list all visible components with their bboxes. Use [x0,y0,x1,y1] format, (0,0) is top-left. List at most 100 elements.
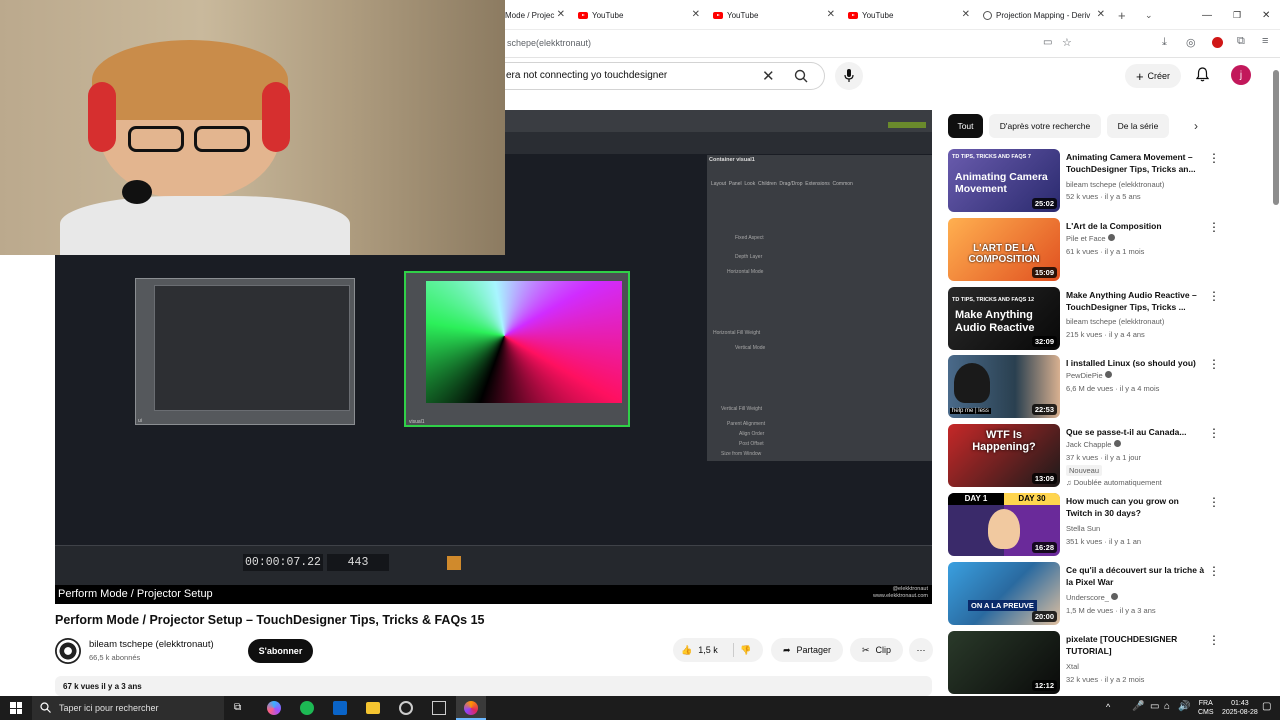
tray-chevron-icon[interactable]: ^ [1106,702,1110,712]
notifications-bell-icon[interactable] [1195,67,1210,87]
clip-button[interactable]: ✂ Clip [850,638,903,662]
recommendation-item[interactable]: ON A LA PREUVE 20:00 Ce qu'il a découver… [948,562,1248,626]
video-title[interactable]: Make Anything Audio Reactive – TouchDesi… [1066,289,1206,313]
minimize-icon[interactable]: — [1202,0,1214,30]
channel-name[interactable]: bileam tschepe (elekktronaut) [1066,317,1164,326]
task-view-icon[interactable]: ⧉ [234,702,241,713]
more-vert-icon[interactable]: ⋮ [1208,633,1220,647]
voice-search-button[interactable] [835,62,863,90]
like-count[interactable]: 1,5 k [698,645,718,655]
channel-name[interactable]: bileam tschepe (elekktronaut) [89,639,214,650]
search-value[interactable]: era not connecting yo touchdesigner [506,70,667,81]
more-actions-button[interactable]: ⋯ [909,638,933,662]
more-vert-icon[interactable]: ⋮ [1208,564,1220,578]
window-close-icon[interactable]: ✕ [1262,0,1274,30]
taskbar-search-placeholder[interactable]: Taper ici pour rechercher [59,703,159,713]
account-icon[interactable]: ◎ [1186,36,1196,49]
menu-icon[interactable]: ≡ [1262,35,1268,47]
video-title[interactable]: Ce qu'il a découvert sur la triche à la … [1066,564,1206,588]
thumbnail[interactable]: help me | less 22:53 [948,355,1060,418]
more-vert-icon[interactable]: ⋮ [1208,357,1220,371]
video-title[interactable]: pixelate [TOUCHDESIGNER TUTORIAL] [1066,633,1206,657]
video-title[interactable]: Que se passe-t-il au Canada... [1066,426,1206,438]
chip-search-based[interactable]: D'après votre recherche [989,114,1101,138]
close-icon[interactable]: ✕ [692,9,700,20]
channel-name[interactable]: PewDiePie [1066,371,1112,380]
tab-active[interactable]: Mode / Projec ✕ [505,0,565,30]
search-icon[interactable] [794,69,808,83]
recommendation-item[interactable]: WTF Is Happening? 13:09 Que se passe-t-i… [948,424,1248,488]
create-button[interactable]: + Créer [1125,64,1181,88]
more-vert-icon[interactable]: ⋮ [1208,151,1220,165]
close-icon[interactable]: ✕ [557,9,565,20]
tab-youtube[interactable]: YouTube ✕ [713,0,835,30]
tab-projection-mapping[interactable]: Projection Mapping - Deriv ✕ [983,0,1105,30]
thumbnail[interactable]: 12:12 [948,631,1060,694]
recommendation-item[interactable]: help me | less 22:53 I installed Linux (… [948,355,1248,419]
more-vert-icon[interactable]: ⋮ [1208,289,1220,303]
share-button[interactable]: ➦ Partager [771,638,843,662]
subscribe-button[interactable]: S'abonner [248,639,313,663]
video-title[interactable]: L'Art de la Composition [1066,220,1206,232]
scrollbar-thumb[interactable] [1273,70,1279,205]
thumbnail[interactable]: TD TIPS, TRICKS AND FAQS 7 Animating Cam… [948,149,1060,212]
close-icon[interactable]: ✕ [962,9,970,20]
channel-name[interactable]: Underscore_ [1066,593,1119,602]
url-text[interactable]: schepe(elekktronaut) [507,38,591,48]
battery-icon[interactable]: ▭ [1150,701,1159,712]
page-scrollbar[interactable] [1272,58,1280,696]
thumbnail[interactable]: WTF Is Happening? 13:09 [948,424,1060,487]
reader-icon[interactable]: ▭ [1043,37,1052,48]
more-vert-icon[interactable]: ⋮ [1208,220,1220,234]
file-explorer-icon[interactable] [366,702,380,714]
close-icon[interactable]: ✕ [827,9,835,20]
recommendation-item[interactable]: DAY 1 DAY 30 16:28 How much can you grow… [948,493,1248,557]
copilot-icon[interactable] [267,701,281,715]
chip-series[interactable]: De la série [1107,114,1169,138]
thumbs-down-icon[interactable]: 👎 [740,645,751,656]
more-vert-icon[interactable]: ⋮ [1208,495,1220,509]
close-icon[interactable]: ✕ [1097,9,1105,20]
extension-icon[interactable] [1212,37,1223,48]
description-box[interactable]: 67 k vues il y a 3 ans [55,676,932,696]
thumbs-up-icon[interactable]: 👍 [681,645,692,656]
tab-youtube[interactable]: YouTube ✕ [578,0,700,30]
extensions-puzzle-icon[interactable]: ⧉ [1237,35,1245,48]
chevron-right-icon[interactable]: › [1194,119,1198,133]
video-title[interactable]: Animating Camera Movement – TouchDesigne… [1066,151,1206,175]
chip-all[interactable]: Tout [948,114,983,138]
tab-youtube[interactable]: YouTube ✕ [848,0,970,30]
thumbnail[interactable]: L'ART DE LA COMPOSITION 15:09 [948,218,1060,281]
channel-name[interactable]: bileam tschepe (elekktronaut) [1066,180,1164,189]
channel-name[interactable]: Xtal [1066,662,1079,671]
video-title[interactable]: I installed Linux (so should you) [1066,357,1206,369]
thumbnail[interactable]: DAY 1 DAY 30 16:28 [948,493,1060,556]
download-icon[interactable]: ⤓ [1162,36,1167,49]
channel-name[interactable]: Pile et Face [1066,234,1115,243]
maximize-icon[interactable]: ❐ [1233,0,1245,30]
firefox-taskbar-button[interactable] [456,696,486,720]
recommendation-item[interactable]: TD TIPS, TRICKS AND FAQS 7 Animating Cam… [948,149,1248,213]
recommendation-item[interactable]: TD TIPS, TRICKS AND FAQS 12 Make Anythin… [948,287,1248,351]
video-title[interactable]: How much can you grow on Twitch in 30 da… [1066,495,1206,519]
clear-search-icon[interactable]: ✕ [762,67,775,85]
avatar[interactable]: j [1231,65,1251,85]
recommendation-item[interactable]: L'ART DE LA COMPOSITION 15:09 L'Art de l… [948,218,1248,282]
thumbnail[interactable]: TD TIPS, TRICKS AND FAQS 12 Make Anythin… [948,287,1060,350]
channel-name[interactable]: Jack Chapple [1066,440,1121,449]
windows-start-icon[interactable] [10,702,22,714]
recommendation-item[interactable]: 12:12 pixelate [TOUCHDESIGNER TUTORIAL] … [948,631,1248,695]
clock[interactable]: 01:43 2025-08-28 [1222,699,1258,717]
spotify-icon[interactable] [300,701,314,715]
touchdesigner-icon[interactable] [432,701,446,715]
search-input[interactable]: era not connecting yo touchdesigner ✕ [490,62,825,90]
tab-list-icon[interactable]: ⌄ [1145,0,1159,30]
more-vert-icon[interactable]: ⋮ [1208,426,1220,440]
obs-icon[interactable] [399,701,413,715]
bookmark-star-icon[interactable]: ☆ [1062,36,1072,49]
channel-avatar[interactable] [55,638,81,664]
thumbnail[interactable]: ON A LA PREUVE 20:00 [948,562,1060,625]
taskbar-search[interactable]: Taper ici pour rechercher [32,696,224,720]
volume-icon[interactable]: 🔊 [1178,701,1190,712]
microphone-tray-icon[interactable]: 🎤 [1132,701,1144,712]
